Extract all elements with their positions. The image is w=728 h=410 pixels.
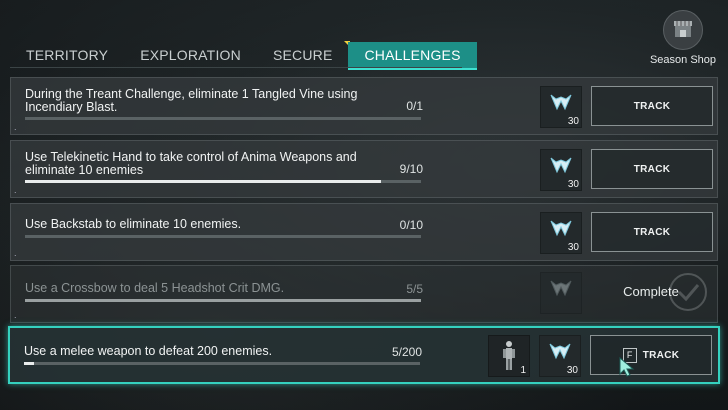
track-button[interactable]: TRACK: [591, 86, 713, 126]
tab-bar: TERRITORY EXPLORATION SECURE CHALLENGES: [10, 41, 477, 70]
season-token-icon: [550, 157, 572, 174]
challenge-description: Use a Crossbow to deal 5 Headshot Crit D…: [25, 281, 285, 295]
mouse-cursor-icon: [619, 356, 635, 377]
progress-fill: [24, 362, 34, 365]
row-marker: .: [14, 122, 17, 132]
reward-quantity: 30: [567, 116, 579, 127]
season-shop-label: Season Shop: [649, 54, 717, 66]
challenge-progress-bar: [25, 117, 421, 120]
bonus-reward-item[interactable]: 1: [488, 335, 530, 377]
reward-item[interactable]: 30: [539, 335, 581, 377]
season-token-icon: [550, 280, 572, 297]
challenge-row: Use Telekinetic Hand to take control of …: [10, 140, 718, 198]
tab-exploration[interactable]: EXPLORATION: [124, 42, 257, 68]
tab-secure-label: SECURE: [272, 47, 333, 63]
row-marker: .: [14, 248, 17, 258]
challenge-row: Use Backstab to eliminate 10 enemies. 0/…: [10, 203, 718, 261]
challenge-progress-bar: [24, 362, 420, 365]
track-button[interactable]: F TRACK: [590, 335, 712, 375]
reward-item[interactable]: 30: [540, 86, 582, 128]
tab-challenges[interactable]: CHALLENGES: [348, 42, 477, 70]
row-marker: .: [14, 185, 17, 195]
tab-secure[interactable]: SECURE: [257, 41, 351, 68]
reward-quantity: 30: [566, 365, 578, 376]
tab-territory[interactable]: TERRITORY: [10, 42, 124, 68]
season-token-icon: [549, 343, 571, 360]
reward-item[interactable]: [540, 272, 582, 314]
challenge-progress-bar: [25, 299, 421, 302]
challenge-progress-text: 5/5: [406, 282, 423, 296]
progress-fill: [25, 299, 421, 302]
challenge-description: Use Backstab to eliminate 10 enemies.: [25, 217, 242, 231]
challenge-row-complete: Use a Crossbow to deal 5 Headshot Crit D…: [10, 265, 718, 323]
challenge-description: Use Telekinetic Hand to take control of …: [25, 150, 357, 177]
track-button-label: TRACK: [642, 349, 680, 361]
season-shop-button[interactable]: Season Shop: [642, 10, 724, 66]
challenge-progress-bar: [25, 180, 421, 183]
season-token-icon: [550, 220, 572, 237]
challenge-progress-bar: [25, 235, 421, 238]
track-button[interactable]: TRACK: [591, 149, 713, 189]
challenge-progress-text: 9/10: [399, 162, 423, 176]
reward-quantity: 30: [567, 242, 579, 253]
challenge-progress-text: 0/10: [399, 218, 423, 232]
track-button[interactable]: TRACK: [591, 212, 713, 252]
complete-status: Complete: [623, 283, 679, 299]
bonus-reward-quantity: 1: [520, 365, 526, 376]
progress-fill: [25, 180, 382, 183]
tab-divider: [10, 67, 462, 68]
row-marker: .: [14, 310, 17, 320]
challenge-progress-text: 5/200: [391, 345, 422, 359]
challenge-description: Use a melee weapon to defeat 200 enemies…: [24, 344, 273, 358]
shop-icon: [663, 10, 703, 50]
reward-quantity: 30: [567, 179, 579, 190]
season-token-icon: [550, 94, 572, 111]
challenge-description: During the Treant Challenge, eliminate 1…: [25, 87, 358, 114]
challenge-row-selected: Use a melee weapon to defeat 200 enemies…: [8, 326, 720, 384]
reward-item[interactable]: 30: [540, 149, 582, 191]
armor-figure-icon: [503, 341, 515, 370]
reward-item[interactable]: 30: [540, 212, 582, 254]
challenge-row: During the Treant Challenge, eliminate 1…: [10, 77, 718, 135]
challenge-progress-text: 0/1: [406, 99, 423, 113]
